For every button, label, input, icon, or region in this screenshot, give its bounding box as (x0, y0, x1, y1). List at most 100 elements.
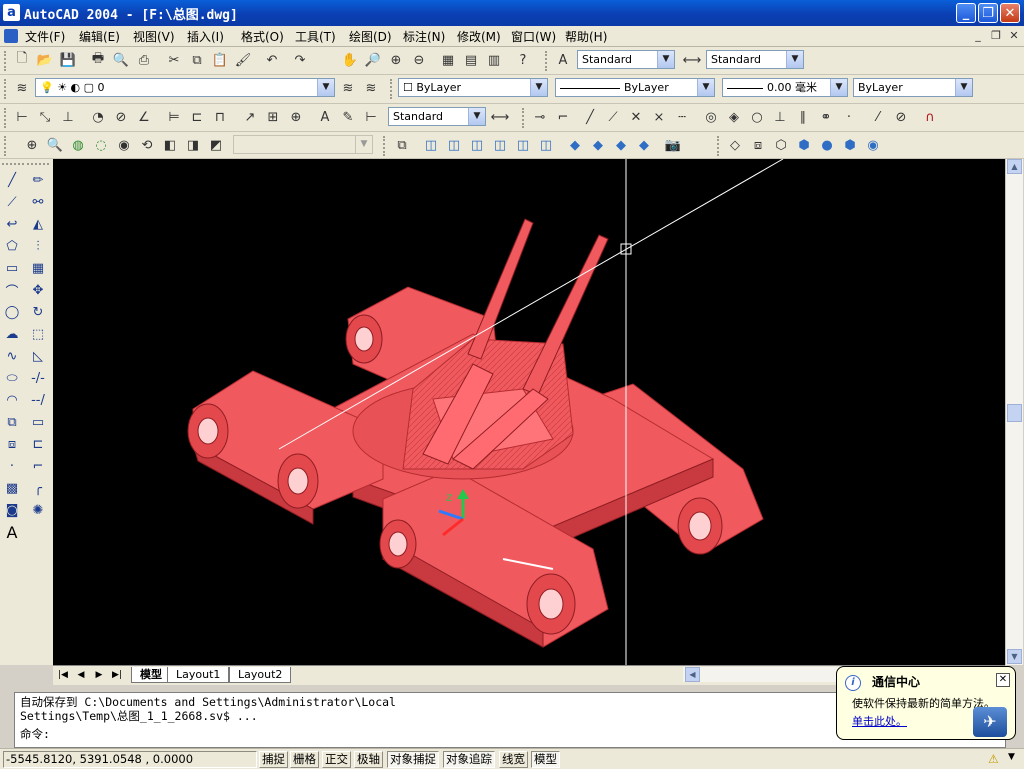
scroll-down-button[interactable]: ▼ (1007, 649, 1022, 664)
multiline-text-icon[interactable]: A (0, 521, 24, 543)
trim-icon[interactable]: ✕ (626, 107, 646, 127)
zoom-all-icon[interactable]: ⊕ (22, 135, 42, 155)
layer-previous-icon[interactable]: ≋ (361, 78, 381, 98)
parallel-icon[interactable]: ∥ (793, 107, 813, 127)
ellipse-arc-icon[interactable]: ◠ (0, 389, 24, 411)
menu-dimension[interactable]: 标注(N) (403, 28, 445, 45)
doc-close-icon[interactable]: ✕ (1007, 29, 1021, 43)
linear-dim-icon[interactable]: ⊢ (12, 107, 32, 127)
insert-block-icon[interactable]: ⧉ (0, 411, 24, 433)
osnap-toggle[interactable]: 对象捕捉 (387, 751, 439, 768)
gouraud-shaded-icon[interactable]: ● (817, 135, 837, 155)
toolbar-grip[interactable] (27, 163, 49, 167)
nw-iso-icon[interactable]: ◆ (634, 135, 654, 155)
save-icon[interactable]: 💾 (58, 50, 78, 70)
orbit-icon[interactable]: ◍ (68, 135, 88, 155)
ellipse-icon[interactable]: ⬭ (0, 367, 24, 389)
break-object-icon[interactable]: ⊏ (26, 433, 50, 455)
menu-window[interactable]: 窗口(W) (511, 28, 556, 45)
extend-object-icon[interactable]: --/ (26, 389, 50, 411)
last-tab-button[interactable]: ▶| (109, 668, 125, 683)
array-icon[interactable]: ▦ (26, 257, 50, 279)
break-at-point-icon[interactable]: ▭ (26, 411, 50, 433)
front-view-icon[interactable]: ◫ (513, 135, 533, 155)
region-icon[interactable]: ◙ (0, 499, 24, 521)
top-view-icon[interactable]: ◫ (421, 135, 441, 155)
plotstyle-select[interactable]: ByLayer ▼ (853, 78, 973, 97)
insert-snap-icon[interactable]: ⚭ (816, 107, 836, 127)
polar-toggle[interactable]: 极轴 (354, 751, 383, 768)
construction-line-icon[interactable]: ⟋ (0, 191, 24, 213)
menu-format[interactable]: 格式(O) (241, 28, 284, 45)
document-icon[interactable] (4, 29, 18, 43)
balloon-link[interactable]: 单击此处。 (852, 713, 907, 729)
se-iso-icon[interactable]: ◆ (588, 135, 608, 155)
menu-help[interactable]: 帮助(H) (565, 28, 607, 45)
flat-shaded-icon[interactable]: ⬢ (794, 135, 814, 155)
radius-dim-icon[interactable]: ◔ (88, 107, 108, 127)
free-orbit-icon[interactable]: ◌ (91, 135, 111, 155)
circle-center-icon[interactable]: ◎ (701, 107, 721, 127)
rotate-icon[interactable]: ↻ (26, 301, 50, 323)
polyline-icon[interactable]: ↩ (0, 213, 24, 235)
continue-dim-icon[interactable]: ⊓ (210, 107, 230, 127)
circle-icon[interactable]: ◯ (0, 301, 24, 323)
flat-edges-icon[interactable]: ⬢ (840, 135, 860, 155)
draw-line-icon[interactable]: ╱ (0, 169, 24, 191)
menu-tools[interactable]: 工具(T) (295, 28, 336, 45)
scroll-up-button[interactable]: ▲ (1007, 159, 1022, 174)
match-properties-icon[interactable]: 🖌 (233, 50, 253, 70)
tolerance-icon[interactable]: ⊞ (263, 107, 283, 127)
extend-icon[interactable]: ⌐ (553, 107, 573, 127)
coordinates-readout[interactable]: -5545.8120, 5391.0548 , 0.0000 (3, 751, 257, 768)
paste-icon[interactable]: 📋 (210, 50, 230, 70)
copy-object-icon[interactable]: ⚯ (26, 191, 50, 213)
layer-manager-icon[interactable]: ≋ (12, 78, 32, 98)
vertical-scrollbar[interactable]: ▲ ▼ (1005, 159, 1023, 665)
design-center-icon[interactable]: ▤ (461, 50, 481, 70)
tab-layout2[interactable]: Layout2 (229, 667, 292, 683)
undo-icon[interactable]: ↶ (262, 50, 282, 70)
offset-icon[interactable]: ⫶ (26, 235, 50, 257)
ordinate-dim-icon[interactable]: ⊥ (58, 107, 78, 127)
doc-restore-icon[interactable]: ❐ (989, 29, 1003, 43)
ortho-toggle[interactable]: 正交 (322, 751, 351, 768)
mirror-icon[interactable]: ◭ (26, 213, 50, 235)
osnap-settings-icon[interactable]: ∩ (920, 107, 940, 127)
linetype-select[interactable]: ByLayer ▼ (555, 78, 715, 97)
tab-model[interactable]: 模型 (131, 667, 171, 683)
menu-insert[interactable]: 插入(I) (187, 28, 224, 45)
otrack-toggle[interactable]: 对象追踪 (443, 751, 495, 768)
model-view[interactable]: Z (53, 159, 1005, 665)
hidden-icon[interactable]: ⬡ (771, 135, 791, 155)
stretch-icon[interactable]: ◺ (26, 345, 50, 367)
next-tab-button[interactable]: ▶ (91, 668, 107, 683)
toolbar-grip[interactable] (545, 51, 550, 71)
menu-file[interactable]: 文件(F) (25, 28, 65, 45)
3d-wireframe-icon[interactable]: ⧈ (748, 135, 768, 155)
zoom-realtime-icon[interactable]: 🔎 (363, 50, 383, 70)
tangent-icon[interactable]: ○ (747, 107, 767, 127)
center-mark-icon[interactable]: ⊕ (286, 107, 306, 127)
communication-center-icon[interactable]: ✈ (973, 707, 1007, 737)
clip-icon[interactable]: ◧ (160, 135, 180, 155)
layer-select[interactable]: 💡 ☀ ◐ ▢ 0 ▼ (35, 78, 335, 97)
zoom-previous-icon[interactable]: ⊖ (409, 50, 429, 70)
chamfer-icon[interactable]: ⌐ (26, 455, 50, 477)
sw-iso-icon[interactable]: ◆ (565, 135, 585, 155)
tool-palettes-icon[interactable]: ▥ (484, 50, 504, 70)
camera-view-icon[interactable]: 📷 (663, 135, 683, 155)
print-preview-icon[interactable]: 🔍 (111, 50, 131, 70)
help-icon[interactable]: ? (513, 50, 533, 70)
cut-icon[interactable]: ✂ (164, 50, 184, 70)
swivel-icon[interactable]: ⟲ (137, 135, 157, 155)
back-view-icon[interactable]: ◫ (536, 135, 556, 155)
menu-draw[interactable]: 绘图(D) (349, 28, 392, 45)
toolbar-grip[interactable] (522, 108, 527, 128)
model-toggle[interactable]: 模型 (531, 751, 560, 768)
make-block-icon[interactable]: ⧈ (0, 433, 24, 455)
camera-icon[interactable]: ◉ (114, 135, 134, 155)
diameter-dim-icon[interactable]: ⊘ (111, 107, 131, 127)
snap-quadrant-icon[interactable]: ◈ (724, 107, 744, 127)
arc-icon[interactable]: ⌒ (0, 279, 24, 301)
